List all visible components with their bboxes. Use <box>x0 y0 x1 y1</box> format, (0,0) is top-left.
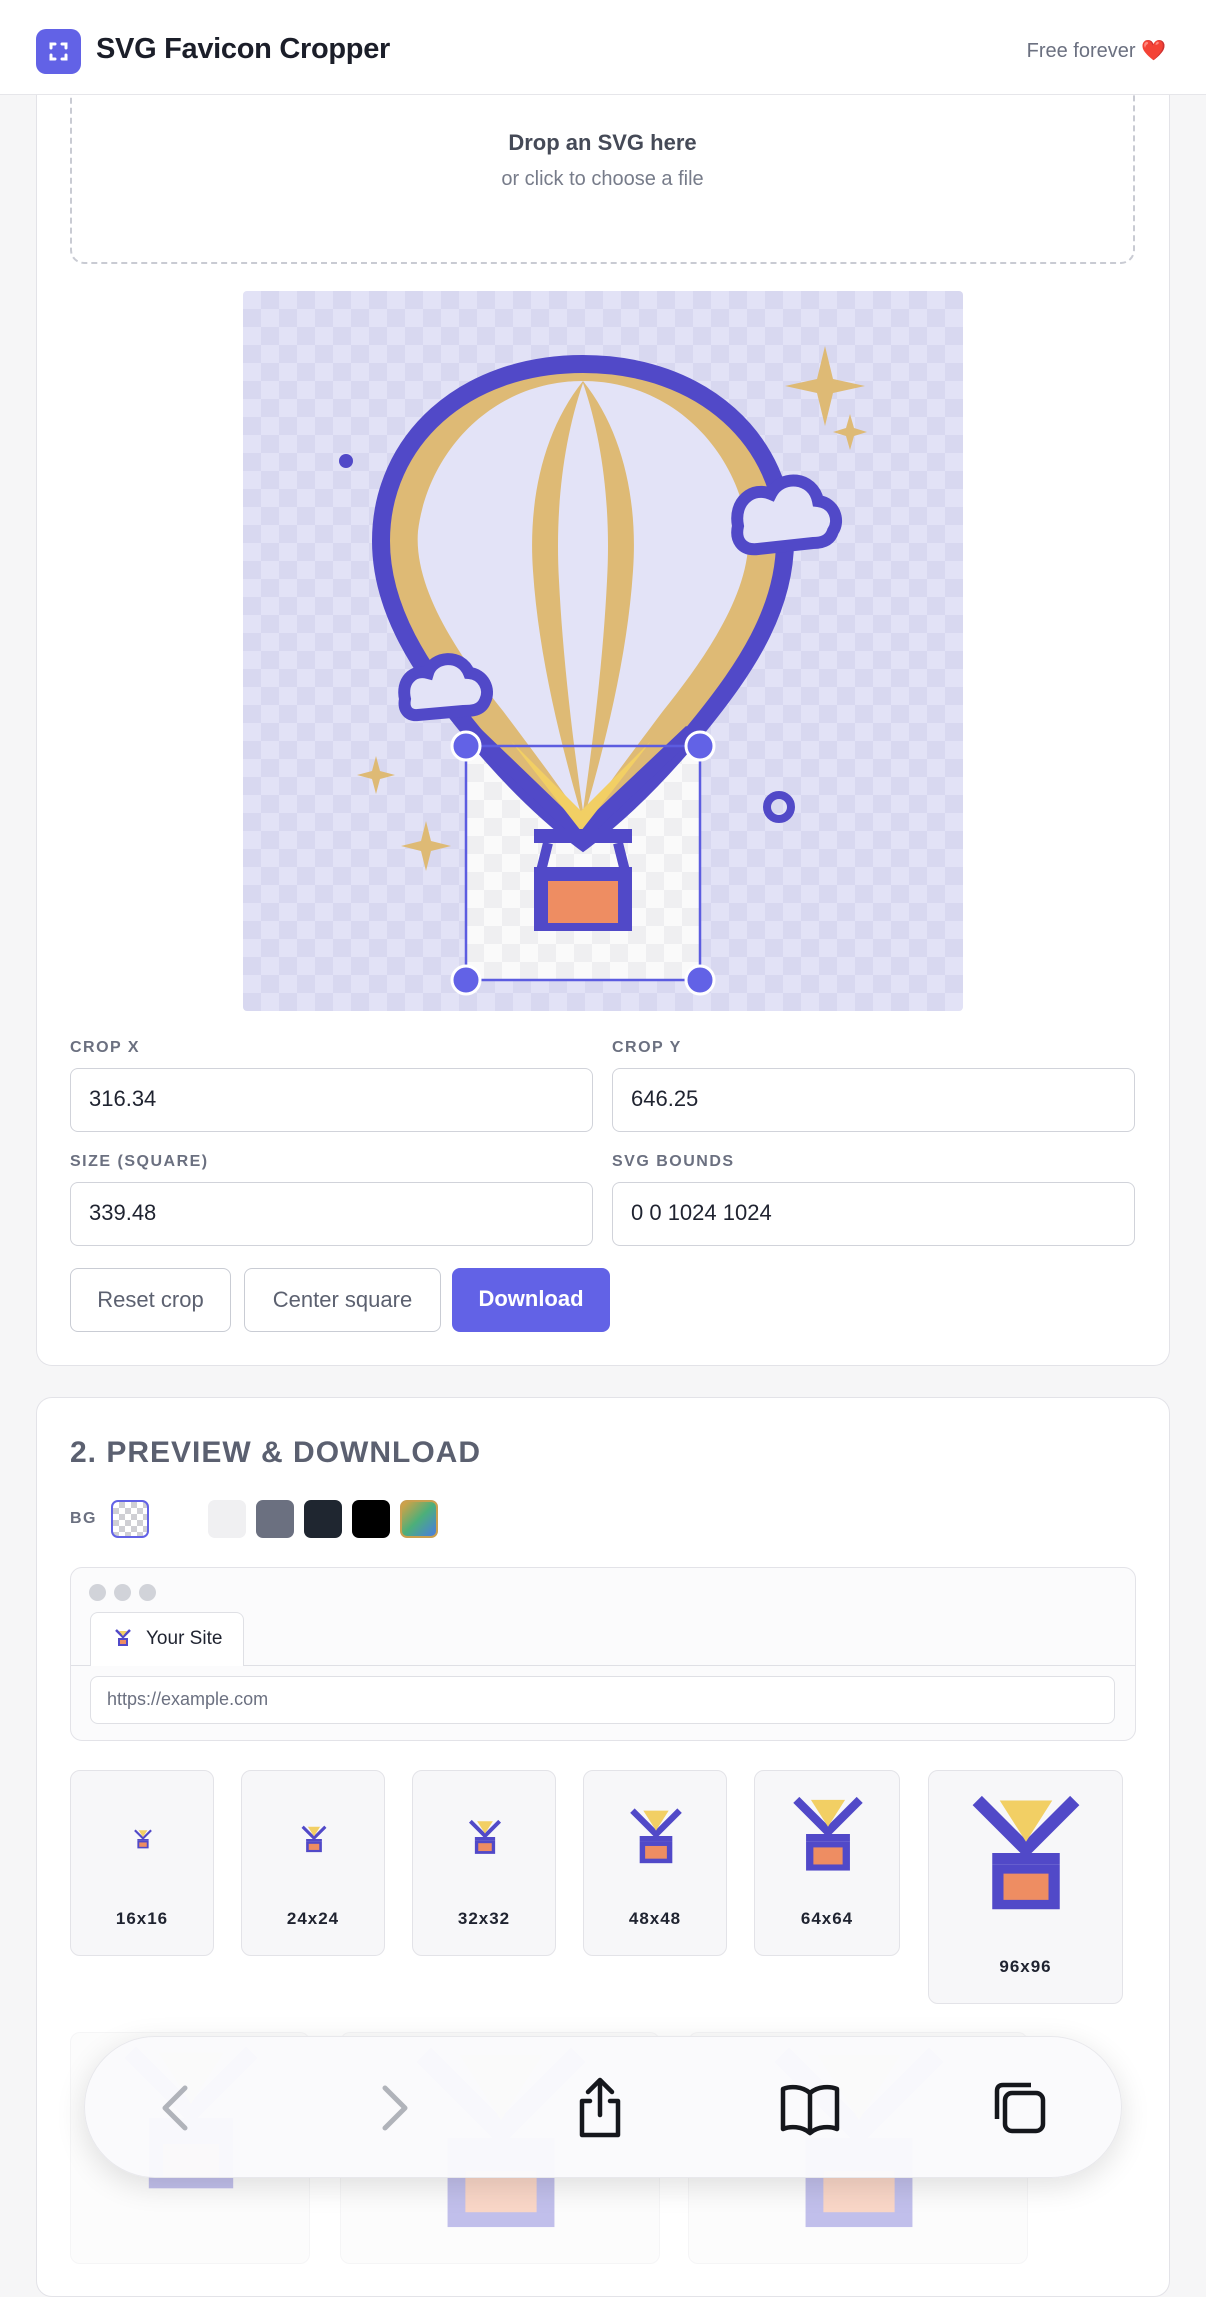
bg-swatch-gradient[interactable] <box>400 1500 438 1538</box>
crop-handle-top-right[interactable] <box>684 730 716 762</box>
favicon-preview-32: 32x32 <box>412 1770 556 1956</box>
dropzone-subtitle: or click to choose a file <box>501 168 704 190</box>
download-button[interactable]: Download <box>452 1268 610 1332</box>
svg-bounds-input[interactable]: 0 0 1024 1024 <box>612 1182 1135 1246</box>
size-label-24: 24x24 <box>286 1909 340 1928</box>
favicon-preview-96: 96x96 <box>928 1770 1123 2004</box>
window-dot <box>139 1584 156 1601</box>
crop-x-label: CROP X <box>70 1039 141 1056</box>
forward-icon[interactable] <box>357 2073 427 2143</box>
reset-crop-button[interactable]: Reset crop <box>70 1268 231 1332</box>
window-dot <box>89 1584 106 1601</box>
bg-swatch-black[interactable] <box>352 1500 390 1538</box>
bg-swatch-white[interactable] <box>160 1500 198 1538</box>
favicon-icon <box>630 1808 682 1864</box>
bg-label: BG <box>70 1510 97 1527</box>
favicon-icon <box>972 1795 1080 1910</box>
top-bar: SVG Favicon Cropper Free forever ❤️ <box>0 0 1206 95</box>
crop-handle-bottom-left[interactable] <box>450 964 482 996</box>
dropzone-title: Drop an SVG here <box>508 130 697 155</box>
size-label-16: 16x16 <box>115 1909 169 1928</box>
crop-corners-icon <box>36 29 81 74</box>
crop-y-input[interactable]: 646.25 <box>612 1068 1135 1132</box>
url-bar: https://example.com <box>90 1676 1115 1724</box>
back-icon[interactable] <box>143 2073 213 2143</box>
bg-swatch-dark[interactable] <box>304 1500 342 1538</box>
section-title: 2. PREVIEW & DOWNLOAD <box>70 1436 482 1469</box>
favicon-preview-64: 64x64 <box>754 1770 900 1956</box>
favicon-icon <box>793 1796 863 1871</box>
browser-preview: Your Site https://example.com <box>70 1567 1136 1741</box>
bg-swatch-gray[interactable] <box>256 1500 294 1538</box>
free-forever-text: Free forever ❤️ <box>1026 40 1166 62</box>
favicon-icon <box>134 1829 152 1849</box>
bg-swatch-transparent[interactable] <box>111 1500 149 1538</box>
window-dot <box>114 1584 131 1601</box>
center-square-button[interactable]: Center square <box>244 1268 441 1332</box>
size-label-48: 48x48 <box>628 1909 682 1928</box>
crop-x-input[interactable]: 316.34 <box>70 1068 593 1132</box>
app-title: SVG Favicon Cropper <box>96 33 391 65</box>
bookmarks-icon[interactable] <box>775 2073 845 2143</box>
tabs-icon[interactable] <box>985 2073 1055 2143</box>
crop-handle-bottom-right[interactable] <box>684 964 716 996</box>
size-label-64: 64x64 <box>800 1909 854 1928</box>
crop-y-label: CROP Y <box>612 1039 682 1056</box>
tab-label: Your Site <box>146 1628 223 1649</box>
favicon-icon <box>115 1629 131 1646</box>
crop-handle-top-left[interactable] <box>450 730 482 762</box>
favicon-preview-24: 24x24 <box>241 1770 385 1956</box>
favicon-icon <box>468 1819 502 1854</box>
size-input[interactable]: 339.48 <box>70 1182 593 1246</box>
svg-canvas[interactable] <box>243 291 963 1011</box>
share-icon[interactable] <box>565 2073 635 2143</box>
favicon-preview-48: 48x48 <box>583 1770 727 1956</box>
bg-swatch-light-gray[interactable] <box>208 1500 246 1538</box>
size-label-96: 96x96 <box>999 1957 1052 1976</box>
favicon-preview-16: 16x16 <box>70 1770 214 1956</box>
size-label: SIZE (SQUARE) <box>70 1153 209 1170</box>
browser-tab: Your Site <box>90 1612 244 1666</box>
balloon-illustration <box>339 346 867 996</box>
favicon-icon <box>301 1825 327 1853</box>
svg-bounds-label: SVG BOUNDS <box>612 1153 735 1170</box>
browser-toolbar <box>84 2036 1122 2178</box>
size-label-32: 32x32 <box>457 1909 511 1928</box>
